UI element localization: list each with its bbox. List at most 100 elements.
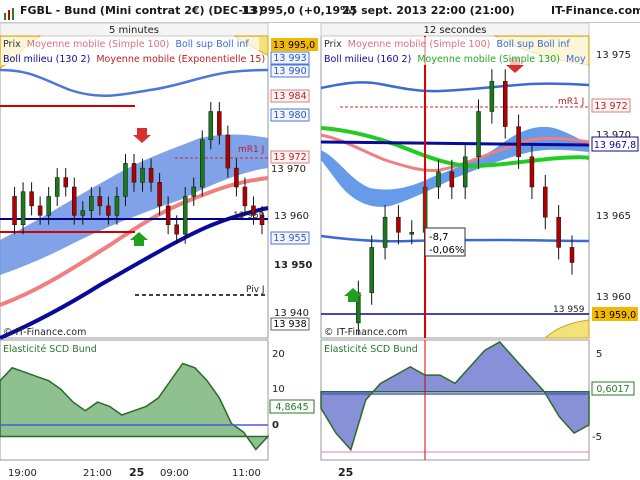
- tag-13980: 13 980: [270, 108, 310, 122]
- right-legend-more: Moy: [566, 54, 586, 65]
- price-candle: [449, 171, 455, 188]
- left-legend-prix: Prix: [3, 39, 21, 50]
- left-osc-axis: 20 10 0 4,8645: [269, 349, 315, 431]
- right-osc-ytick-5: 5: [596, 349, 602, 360]
- svg-text:13 938: 13 938: [273, 319, 306, 330]
- rtag-13959: 13 959,0: [592, 307, 638, 321]
- svg-text:13 990: 13 990: [273, 66, 306, 77]
- right-oscillator-panel[interactable]: Elasticité SCD Bund: [320, 339, 590, 461]
- rtag-13967: 13 967,8: [591, 136, 639, 152]
- tag-13995: 13 995,0: [271, 38, 318, 51]
- price-candle: [29, 191, 34, 207]
- app-window: FGBL - Bund (Mini contrat 2€) (DEC-13) 1…: [0, 0, 640, 480]
- price-candle: [489, 81, 495, 112]
- price-candle: [114, 196, 120, 216]
- price-candle: [89, 196, 94, 211]
- price-candle: [502, 81, 508, 127]
- price-candle: [12, 196, 17, 225]
- right-xtick-25: 25: [338, 466, 353, 479]
- left-watermark: © IT-Finance.com: [3, 327, 86, 338]
- left-oscillator-panel[interactable]: Elasticité SCD Bund: [0, 339, 269, 461]
- left-ytick-13950: 13 950: [274, 260, 312, 271]
- price-candle: [106, 205, 111, 216]
- price-candle: [569, 247, 575, 263]
- right-label-13959: 13 959: [553, 305, 585, 315]
- right-price-axis: 13 975 13 970 13 965 13 960 13 972 13 96…: [591, 50, 639, 321]
- left-osc-value: 4,8645: [275, 402, 308, 413]
- svg-text:Boll milieu (130 2) Mo: Boll milieu (130 2) Moyenne mobile (Expo…: [3, 54, 279, 65]
- xtick-2100: 21:00: [83, 468, 112, 479]
- price-candle: [80, 210, 86, 216]
- cursor-readout-points: -8,7: [429, 232, 449, 243]
- price-candle: [369, 247, 374, 293]
- price-candle: [97, 196, 103, 207]
- tag-13993: 13 993: [270, 51, 310, 65]
- right-ytick-13965: 13 965: [596, 211, 631, 222]
- svg-text:13 967,8: 13 967,8: [594, 140, 636, 151]
- xtick-1100: 11:00: [232, 468, 261, 479]
- right-watermark: © IT-Finance.com: [324, 327, 407, 338]
- left-osc-ytick-10: 10: [272, 384, 285, 395]
- left-osc-ytick-0: 0: [272, 420, 279, 431]
- price-candle: [476, 111, 481, 158]
- price-candle: [436, 171, 441, 188]
- price-candle: [409, 232, 415, 235]
- price-candle: [148, 167, 154, 183]
- svg-text:13 972: 13 972: [273, 152, 306, 163]
- right-legend-boll: Boll sup Boll inf: [496, 39, 570, 50]
- left-ytick-13940: 13 940: [274, 308, 309, 319]
- svg-text:13 955: 13 955: [273, 233, 306, 244]
- svg-text:Boll milieu (160 2) Mo: Boll milieu (160 2) Moyenne mobile (Simp…: [324, 54, 586, 65]
- price-candle: [462, 156, 468, 188]
- right-legend-sma100: Moyenne mobile (Simple 100): [348, 39, 491, 50]
- svg-text:13 980: 13 980: [273, 110, 306, 121]
- price-candle: [217, 111, 222, 136]
- price-candle: [174, 224, 179, 235]
- right-legend-milieu: Boll milieu (160 2): [324, 54, 411, 65]
- left-legend-boll: Boll sup Boll inf: [175, 39, 249, 50]
- svg-text:13 993: 13 993: [273, 53, 306, 64]
- left-price-axis: 13 995,0 13 993 13 990 13 984 13 980 13 …: [269, 36, 318, 338]
- tag-13972: 13 972: [270, 150, 310, 164]
- xtick-1900: 19:00: [8, 468, 37, 479]
- right-osc-value: 0,6017: [596, 384, 629, 395]
- right-legend-sma130: Moyenne mobile (Simple 130): [417, 54, 560, 65]
- right-timeframe: 12 secondes: [424, 25, 487, 36]
- price-candle: [182, 196, 188, 235]
- right-osc-axis: 5 -5 0,6017: [591, 349, 635, 443]
- left-price-panel[interactable]: 5 minutes Prix Moyenne mobile (Simple 10…: [0, 22, 279, 340]
- left-legend-ema: Moyenne mobile (Exponentielle 15): [96, 54, 265, 65]
- svg-text:Prix Moyenne mobile (S: Prix Moyenne mobile (Simple 100) Boll su…: [3, 39, 249, 50]
- left-label-piv: Piv J: [246, 285, 265, 295]
- left-osc-ytick-20: 20: [272, 349, 285, 360]
- left-legend-sma100: Moyenne mobile (Simple 100): [27, 39, 170, 50]
- tag-13955: 13 955: [270, 231, 310, 245]
- tag-13990: 13 990: [270, 64, 310, 78]
- price-candle: [543, 186, 548, 218]
- price-candle: [200, 139, 205, 188]
- svg-text:13 959,0: 13 959,0: [594, 310, 636, 321]
- xtick-25: 25: [129, 466, 144, 479]
- left-timeframe: 5 minutes: [109, 25, 159, 36]
- right-price-panel[interactable]: 12 secondes -8,7 -0,06% Prix Moyenne mob…: [320, 22, 590, 339]
- left-ytick-13960: 13 960: [274, 211, 309, 222]
- right-label-mr1: mR1 J: [558, 97, 584, 107]
- price-candle: [234, 167, 239, 188]
- price-candle: [516, 126, 521, 158]
- left-osc-title: Elasticité SCD Bund: [3, 344, 97, 355]
- right-ytick-13975: 13 975: [596, 50, 631, 61]
- tag-13984: 13 984: [270, 89, 310, 103]
- price-candle: [46, 196, 51, 216]
- rtag-13972: 13 972: [591, 98, 631, 113]
- left-label-13959: 13 959: [233, 211, 265, 221]
- price-candle: [242, 186, 248, 207]
- right-ytick-13960: 13 960: [596, 292, 631, 303]
- left-ytick-13970: 13 970: [271, 164, 306, 175]
- price-candle: [37, 205, 43, 216]
- svg-text:13 972: 13 972: [594, 101, 627, 112]
- price-candle: [382, 216, 388, 248]
- svg-text:Prix Moyenne mobile (S: Prix Moyenne mobile (Simple 100) Boll su…: [324, 39, 570, 50]
- price-candle: [208, 111, 214, 141]
- x-axis: 19:00 21:00 25 09:00 11:00 25: [0, 461, 640, 480]
- right-legend-prix: Prix: [324, 39, 342, 50]
